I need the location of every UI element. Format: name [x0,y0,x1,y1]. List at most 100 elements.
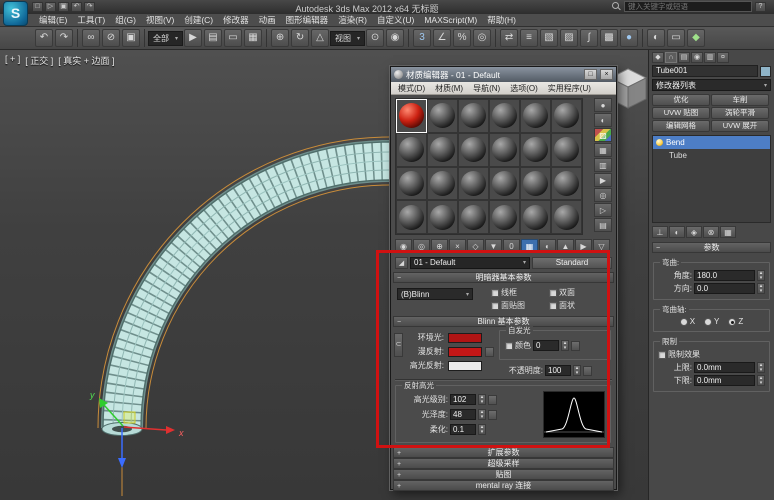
select-link-icon[interactable]: ∞ [82,29,100,47]
angle-snap-icon[interactable]: ∠ [433,29,451,47]
axis-x-radio[interactable] [680,318,688,326]
select-by-material-icon[interactable]: ▷ [594,203,612,217]
window-crossing-icon[interactable]: ▦ [244,29,262,47]
modifier-enable-icon[interactable] [656,139,663,146]
mirror-icon[interactable]: ⇄ [500,29,518,47]
upper-limit-spinner[interactable] [757,362,765,373]
menu-graph-editors[interactable]: 图形编辑器 [281,14,334,26]
bind-spacewarp-icon[interactable]: ▣ [122,29,140,47]
rollout-maps[interactable]: + 贴图 [393,469,614,480]
minimize-button[interactable]: □ [584,69,597,80]
select-by-name-icon[interactable]: ▤ [204,29,222,47]
save-file-icon[interactable]: ▣ [58,2,69,12]
material-slot[interactable] [489,133,520,167]
menu-maxscript[interactable]: MAXScript(M) [419,14,482,26]
menu-tools[interactable]: 工具(T) [72,14,110,26]
align-icon[interactable]: ≡ [520,29,538,47]
material-slot[interactable] [551,167,582,201]
modifier-button-lathe[interactable]: 车削 [711,94,769,106]
make-preview-icon[interactable]: ▶ [594,173,612,187]
limit-effect-checkbox[interactable] [658,351,666,359]
material-slot[interactable] [427,200,458,234]
material-slot[interactable] [458,99,489,133]
material-map-navigator-icon[interactable]: ▤ [594,218,612,232]
modifier-button-edit-mesh[interactable]: 编辑网格 [652,120,710,132]
reference-coordinate-dropdown[interactable]: 视图 ▾ [330,31,365,46]
unlink-icon[interactable]: ⊘ [102,29,120,47]
sample-tiling-icon[interactable]: ▦ [594,143,612,157]
gizmo-x-arrow[interactable] [166,426,175,434]
redo-quick-icon[interactable]: ↷ [84,2,95,12]
background-icon[interactable]: ▨ [594,128,612,142]
me-menu-material[interactable]: 材质(M) [430,83,468,94]
configure-modifier-sets-icon[interactable]: ▦ [720,226,736,238]
material-slot[interactable] [458,133,489,167]
viewport-shading-menu[interactable]: [ 真实 + 边面 ] [58,54,114,67]
rollout-extended-params[interactable]: + 扩展参数 [393,447,614,458]
open-file-icon[interactable]: ▷ [45,2,56,12]
material-editor-icon[interactable]: ● [620,29,638,47]
select-object-icon[interactable]: ▶ [184,29,202,47]
menu-customize[interactable]: 自定义(U) [372,14,419,26]
me-menu-utilities[interactable]: 实用程序(U) [543,83,596,94]
scale-icon[interactable]: △ [311,29,329,47]
move-icon[interactable]: ⊕ [271,29,289,47]
backlight-icon[interactable]: ◐ [594,113,612,127]
material-slot[interactable] [520,167,551,201]
create-tab-icon[interactable]: ◆ [652,52,664,63]
stack-item-tube[interactable]: Tube [653,149,770,162]
axis-y-radio[interactable] [704,318,712,326]
material-slot[interactable] [489,200,520,234]
sample-type-icon[interactable]: ● [594,98,612,112]
video-color-check-icon[interactable]: ▥ [594,158,612,172]
axis-x-option[interactable]: X [680,317,695,326]
me-menu-navigation[interactable]: 导航(N) [468,83,505,94]
layer-manager-icon[interactable]: ▧ [540,29,558,47]
material-slot[interactable] [489,167,520,201]
modifier-button-uvw-map[interactable]: UVW 贴图 [652,107,710,119]
rollout-supersampling[interactable]: + 超级采样 [393,458,614,469]
modify-tab-icon[interactable]: ∩ [665,52,677,63]
material-slot[interactable] [427,99,458,133]
object-color-chip[interactable] [760,66,771,77]
lower-limit-field[interactable]: 0.0mm [694,375,755,386]
me-menu-options[interactable]: 选项(O) [505,83,543,94]
menu-create[interactable]: 创建(C) [179,14,218,26]
pin-stack-icon[interactable]: ⊥ [652,226,668,238]
spinner-snap-icon[interactable]: ◎ [473,29,491,47]
material-slot[interactable] [489,99,520,133]
angle-spinner[interactable] [757,270,765,281]
gizmo-plane-handle[interactable] [124,412,135,423]
menu-group[interactable]: 组(G) [110,14,141,26]
axis-z-option[interactable]: Z [728,317,743,326]
material-slot-selected[interactable] [396,99,427,133]
search-input[interactable] [624,1,752,12]
redo-icon[interactable]: ↷ [55,29,73,47]
material-slot[interactable] [458,200,489,234]
snap-toggle-icon[interactable]: 3 [413,29,431,47]
material-slot[interactable] [520,99,551,133]
material-slot[interactable] [396,167,427,201]
rollout-mentalray[interactable]: + mental ray 连接 [393,480,614,491]
undo-icon[interactable]: ↶ [35,29,53,47]
material-slot[interactable] [551,200,582,234]
axis-y-option[interactable]: Y [704,317,719,326]
schematic-view-icon[interactable]: ▩ [600,29,618,47]
select-manipulate-icon[interactable]: ◉ [386,29,404,47]
stack-item-bend[interactable]: Bend [653,136,770,149]
render-setup-icon[interactable]: ◐ [647,29,665,47]
menu-modifiers[interactable]: 修改器 [218,14,254,26]
material-slot[interactable] [396,133,427,167]
rect-select-region-icon[interactable]: ▭ [224,29,242,47]
direction-spinner[interactable] [757,283,765,294]
material-slot[interactable] [427,133,458,167]
axis-z-radio[interactable] [728,318,736,326]
modifier-button-optimize[interactable]: 优化 [652,94,710,106]
direction-field[interactable]: 0.0 [694,283,755,294]
percent-snap-icon[interactable]: % [453,29,471,47]
me-menu-modes[interactable]: 模式(D) [393,83,430,94]
material-slot[interactable] [520,133,551,167]
new-scene-icon[interactable]: □ [32,2,43,12]
viewport-pov-menu[interactable]: [ 正交 ] [25,54,53,67]
help-icon[interactable]: ? [755,2,766,12]
